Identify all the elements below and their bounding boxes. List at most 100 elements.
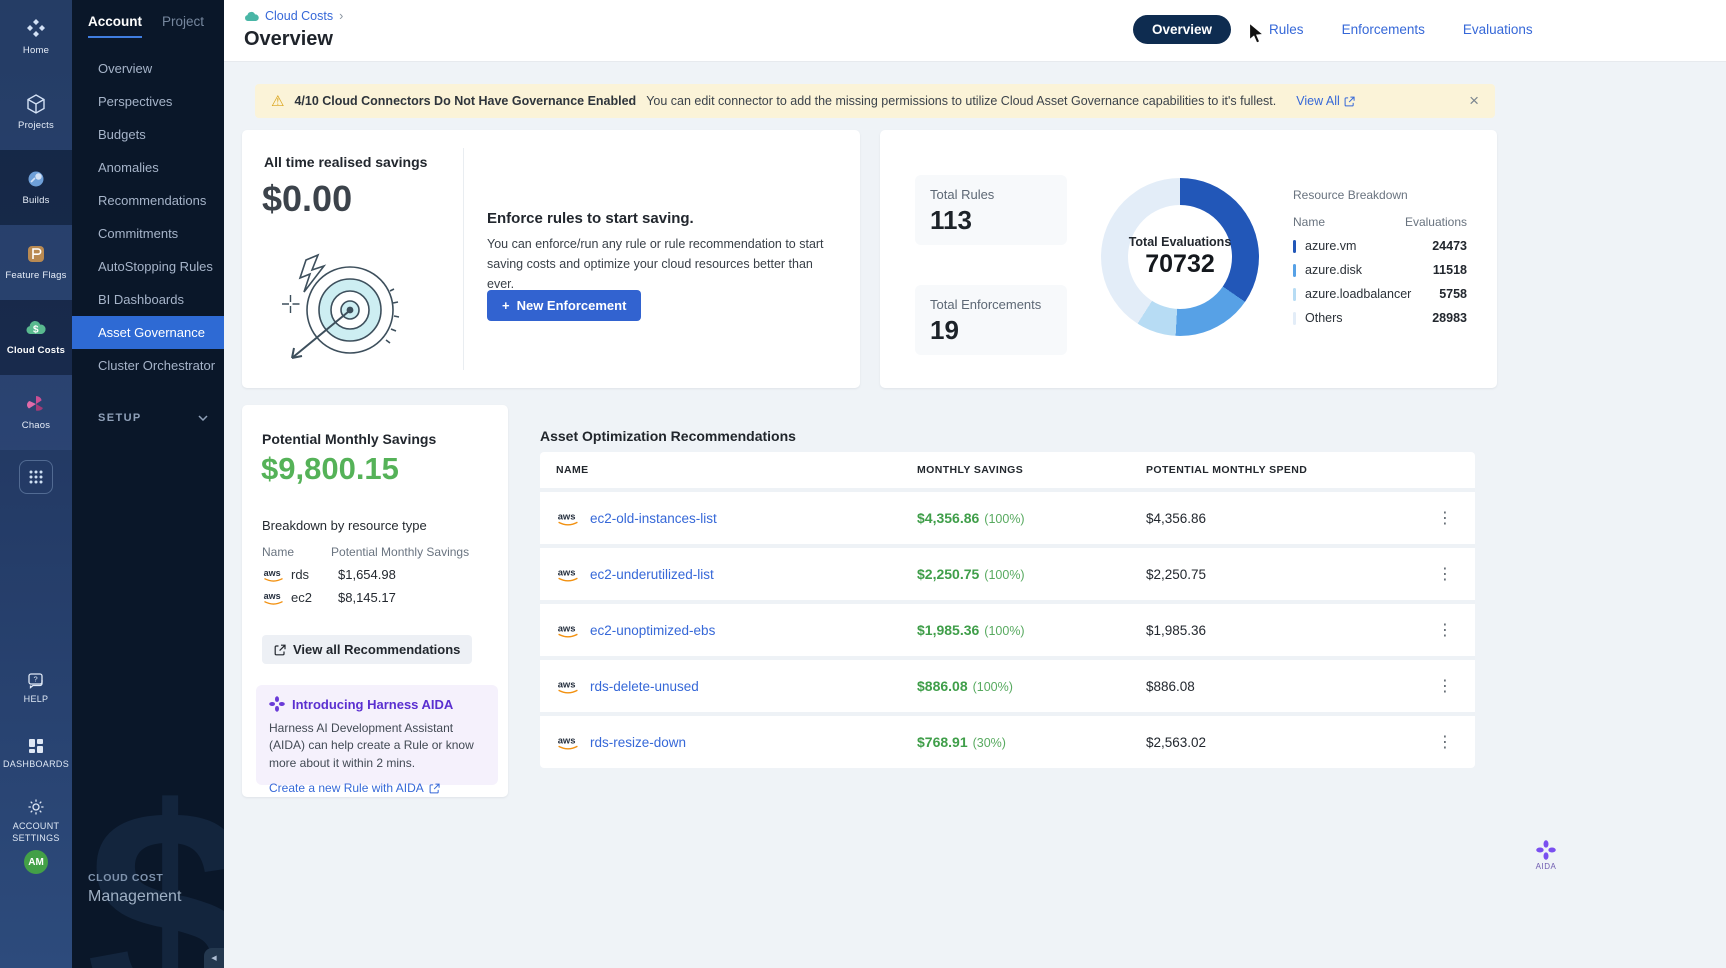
- dashboards-label: DASHBOARDS: [3, 759, 69, 769]
- kebab-menu-icon[interactable]: ⋮: [1431, 620, 1459, 640]
- aws-icon: aws: [556, 566, 580, 582]
- module-home[interactable]: Home: [0, 0, 72, 75]
- donut-center: Total Evaluations 70732: [1128, 205, 1232, 309]
- banner-close-icon[interactable]: ×: [1469, 91, 1479, 111]
- rule-link[interactable]: rds-delete-unused: [590, 679, 699, 694]
- nav-item-commitments[interactable]: Commitments: [72, 217, 224, 250]
- col-monthly-savings: MONTHLY SAVINGS: [917, 464, 1146, 476]
- aws-icon: aws: [262, 567, 285, 582]
- total-enforcements-label: Total Enforcements: [930, 297, 1052, 312]
- module-builds[interactable]: Builds: [0, 150, 72, 225]
- dashboards-button[interactable]: DASHBOARDS: [0, 737, 72, 769]
- kebab-menu-icon[interactable]: ⋮: [1431, 732, 1459, 752]
- donut-center-value: 70732: [1145, 250, 1215, 279]
- legend-color-bar: [1293, 312, 1296, 325]
- nav-item-perspectives[interactable]: Perspectives: [72, 85, 224, 118]
- help-label: HELP: [24, 694, 49, 704]
- tab-overview[interactable]: Overview: [1133, 15, 1231, 44]
- aws-icon: aws: [556, 734, 580, 750]
- create-rule-with-aida-link[interactable]: Create a new Rule with AIDA: [269, 781, 488, 795]
- nav-item-asset-governance[interactable]: Asset Governance: [72, 316, 224, 349]
- grid-dots-icon: [28, 469, 44, 485]
- account-settings-label: ACCOUNT SETTINGS: [6, 820, 66, 844]
- nav-item-budgets[interactable]: Budgets: [72, 118, 224, 151]
- create-rule-with-aida-label: Create a new Rule with AIDA: [269, 781, 424, 795]
- breakdown-by-type-title: Breakdown by resource type: [262, 518, 427, 533]
- pinwheel-icon: [25, 393, 47, 415]
- evaluations-donut-chart: Total Evaluations 70732: [1101, 178, 1259, 336]
- module-chaos[interactable]: Chaos: [0, 375, 72, 450]
- aws-icon: aws: [556, 622, 580, 638]
- table-row: aws ec2-old-instances-list $4,356.86(100…: [540, 488, 1475, 544]
- realised-savings-amount: $0.00: [262, 178, 352, 220]
- view-all-recommendations-button[interactable]: View all Recommendations: [262, 635, 472, 664]
- module-cloud-costs-label: Cloud Costs: [7, 345, 65, 356]
- nav-item-autostopping-rules[interactable]: AutoStopping Rules: [72, 250, 224, 283]
- builds-icon: [25, 168, 47, 190]
- main-area: Cloud Costs › Overview Overview Rules En…: [224, 0, 1726, 968]
- kebab-menu-icon[interactable]: ⋮: [1431, 508, 1459, 528]
- tab-evaluations[interactable]: Evaluations: [1463, 22, 1533, 37]
- kebab-menu-icon[interactable]: ⋮: [1431, 676, 1459, 696]
- user-avatar[interactable]: AM: [24, 850, 48, 874]
- chevron-down-icon: [198, 415, 208, 421]
- nav-item-cluster-orchestrator[interactable]: Cluster Orchestrator: [72, 349, 224, 382]
- table-row: aws rds-resize-down $768.91(30%) $2,563.…: [540, 712, 1475, 768]
- aida-panel-header: Introducing Harness AIDA: [269, 696, 488, 712]
- table-row: aws ec2-unoptimized-ebs $1,985.36(100%) …: [540, 600, 1475, 656]
- scope-tabs: Account Project: [72, 0, 224, 38]
- governance-warning-banner: ⚠ 4/10 Cloud Connectors Do Not Have Gove…: [255, 84, 1495, 118]
- rule-link[interactable]: ec2-old-instances-list: [590, 511, 717, 526]
- realised-savings-label: All time realised savings: [264, 154, 427, 170]
- setup-section-toggle[interactable]: SETUP: [72, 406, 224, 430]
- module-feature-flags-label: Feature Flags: [5, 270, 66, 281]
- svg-text:aws: aws: [264, 591, 281, 601]
- account-settings-button[interactable]: ACCOUNT SETTINGS: [0, 798, 72, 844]
- resource-breakdown-header: Name Evaluations: [1293, 215, 1467, 229]
- breadcrumb[interactable]: Cloud Costs ›: [244, 9, 343, 23]
- nav-item-anomalies[interactable]: Anomalies: [72, 151, 224, 184]
- aida-flower-icon: [1536, 840, 1556, 860]
- potential-savings-amount: $9,800.15: [261, 451, 399, 487]
- module-cloud-costs[interactable]: $ Cloud Costs: [0, 300, 72, 375]
- tab-rules[interactable]: Rules: [1269, 22, 1304, 37]
- rule-link[interactable]: rds-resize-down: [590, 735, 686, 750]
- potential-col-name: Name: [262, 545, 294, 559]
- nav-item-recommendations[interactable]: Recommendations: [72, 184, 224, 217]
- tab-project[interactable]: Project: [162, 14, 204, 38]
- svg-text:aws: aws: [558, 679, 576, 690]
- total-rules-value: 113: [930, 205, 1052, 236]
- module-chaos-label: Chaos: [22, 420, 50, 431]
- svg-text:?: ?: [34, 675, 38, 684]
- help-button[interactable]: ? HELP: [0, 672, 72, 704]
- donut-center-label: Total Evaluations: [1129, 235, 1232, 249]
- module-feature-flags[interactable]: Feature Flags: [0, 225, 72, 300]
- aida-floating-widget[interactable]: AIDA: [1524, 840, 1568, 871]
- rule-link[interactable]: ec2-unoptimized-ebs: [590, 623, 715, 638]
- potential-col-savings: Potential Monthly Savings: [331, 545, 469, 559]
- rule-link[interactable]: ec2-underutilized-list: [590, 567, 714, 582]
- nav-item-bi-dashboards[interactable]: BI Dashboards: [72, 283, 224, 316]
- setup-label: SETUP: [98, 412, 142, 424]
- new-enforcement-button[interactable]: + New Enforcement: [487, 290, 641, 321]
- legend-color-bar: [1293, 264, 1296, 277]
- tab-account[interactable]: Account: [88, 14, 142, 38]
- realised-savings-card: All time realised savings $0.00: [242, 130, 860, 388]
- recommendations-table: NAME MONTHLY SAVINGS POTENTIAL MONTHLY S…: [540, 452, 1475, 768]
- potential-table-header: Name Potential Monthly Savings: [262, 545, 488, 559]
- nav-footer: CLOUD COST Management: [88, 872, 181, 906]
- view-all-recommendations-label: View all Recommendations: [293, 642, 460, 657]
- view-all-link[interactable]: View All: [1296, 94, 1355, 108]
- banner-title: 4/10 Cloud Connectors Do Not Have Govern…: [294, 94, 636, 108]
- sidebar-collapse-button[interactable]: ◀: [204, 948, 224, 968]
- col-potential-monthly-spend: POTENTIAL MONTHLY SPEND: [1146, 464, 1396, 476]
- nav-item-overview[interactable]: Overview: [72, 52, 224, 85]
- kebab-menu-icon[interactable]: ⋮: [1431, 564, 1459, 584]
- tab-enforcements[interactable]: Enforcements: [1342, 22, 1425, 37]
- table-row: aws ec2-underutilized-list $2,250.75(100…: [540, 544, 1475, 600]
- module-projects[interactable]: Projects: [0, 75, 72, 150]
- potential-savings-card: Potential Monthly Savings $9,800.15 Brea…: [242, 405, 508, 797]
- breadcrumb-label: Cloud Costs: [265, 9, 333, 23]
- external-link-icon: [274, 644, 286, 656]
- module-picker-button[interactable]: [19, 460, 53, 494]
